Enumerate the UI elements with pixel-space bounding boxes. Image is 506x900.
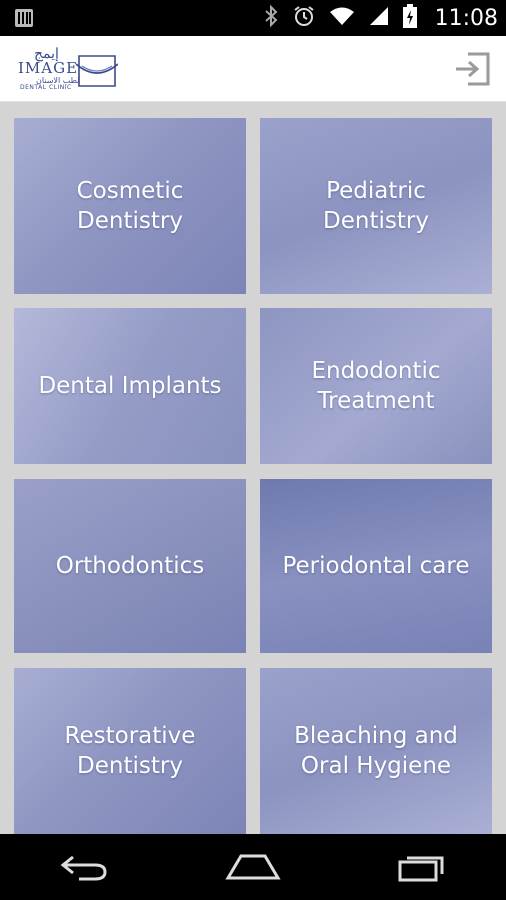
service-tile-periodontal-care[interactable]: Periodontal care (260, 479, 492, 653)
navigation-bar (0, 834, 506, 900)
tile-label: Bleaching and Oral Hygiene (294, 723, 458, 779)
tile-label: Pediatric Dentistry (323, 178, 429, 234)
login-icon (456, 52, 490, 86)
logo-text: IMAGE (18, 59, 79, 77)
app-header: إيمج IMAGE لطب الاسنان DENTAL CLINIC (0, 36, 506, 102)
recent-apps-button[interactable] (390, 847, 454, 887)
tooth-smile-logo (76, 55, 118, 87)
tile-label: Dental Implants (38, 373, 222, 399)
home-button[interactable] (221, 847, 285, 887)
back-icon (60, 855, 107, 881)
service-tile-pediatric-dentistry[interactable]: Pediatric Dentistry (260, 118, 492, 294)
tile-label: Restorative Dentistry (64, 723, 196, 779)
signal-icon (369, 6, 389, 30)
login-button[interactable] (454, 50, 492, 88)
status-time: 11:08 (434, 5, 498, 31)
tile-label: Periodontal care (282, 553, 470, 579)
tile-label: Orthodontics (55, 553, 205, 579)
service-tile-restorative-dentistry[interactable]: Restorative Dentistry (14, 668, 246, 834)
service-tile-orthodontics[interactable]: Orthodontics (14, 479, 246, 653)
alarm-icon (293, 5, 315, 31)
back-button[interactable] (52, 847, 116, 887)
logo-subtitle: DENTAL CLINIC (20, 84, 72, 91)
wifi-icon (329, 6, 355, 30)
service-tile-dental-implants[interactable]: Dental Implants (14, 308, 246, 464)
tile-label: Endodontic Treatment (311, 358, 441, 414)
tile-label: Cosmetic Dentistry (76, 178, 184, 234)
services-grid: Cosmetic Dentistry Pediatric Dentistry D… (0, 102, 506, 834)
home-icon (225, 854, 281, 880)
service-tile-endodontic-treatment[interactable]: Endodontic Treatment (260, 308, 492, 464)
notification-icon (14, 8, 34, 32)
service-tile-cosmetic-dentistry[interactable]: Cosmetic Dentistry (14, 118, 246, 294)
status-bar: 11:08 (0, 0, 506, 36)
clinic-logo[interactable]: إيمج IMAGE لطب الاسنان DENTAL CLINIC (18, 46, 118, 94)
recent-apps-icon (398, 856, 444, 882)
bluetooth-icon (263, 4, 279, 31)
battery-charging-icon (402, 4, 417, 32)
service-tile-bleaching-oral-hygiene[interactable]: Bleaching and Oral Hygiene (260, 668, 492, 834)
